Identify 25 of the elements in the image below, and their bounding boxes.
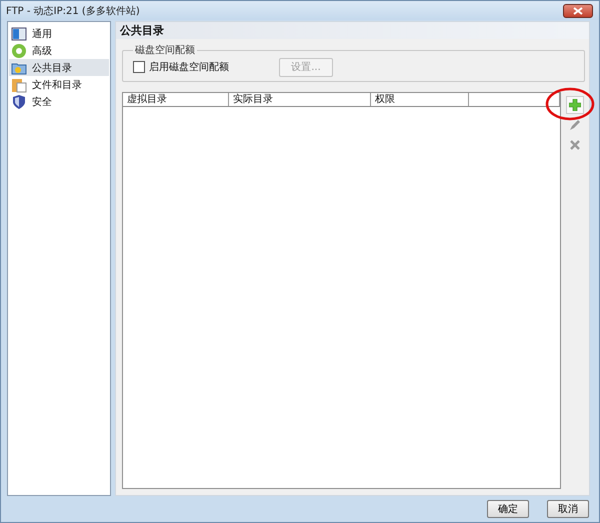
panel-title: 公共目录	[120, 23, 164, 38]
window-title: FTP - 动态IP:21 (多多软件站)	[6, 4, 140, 18]
highlight-ring	[545, 87, 595, 121]
column-header[interactable]: 实际目录	[229, 93, 371, 106]
quota-checkbox[interactable]: 启用磁盘空间配额	[133, 60, 229, 74]
sidebar-item[interactable]: 公共目录	[9, 59, 109, 76]
delete-icon	[570, 140, 580, 150]
clipboard-icon	[11, 76, 27, 92]
pencil-icon	[569, 119, 581, 131]
window-icon	[11, 26, 27, 42]
close-button[interactable]	[563, 4, 593, 18]
group-legend: 磁盘空间配额	[133, 43, 197, 57]
gear-icon	[11, 42, 27, 58]
sidebar-item[interactable]: 通用	[9, 25, 109, 42]
plus-icon	[569, 99, 581, 111]
sidebar-item[interactable]: 文件和目录	[9, 76, 109, 93]
ok-button[interactable]: 确定	[487, 500, 529, 518]
column-header[interactable]: 权限	[371, 93, 469, 106]
sidebar-item[interactable]: 高级	[9, 42, 109, 59]
shield-icon	[11, 94, 27, 110]
cancel-button[interactable]: 取消	[547, 500, 589, 518]
sidebar-item[interactable]: 安全	[9, 93, 109, 110]
close-icon	[573, 6, 583, 14]
column-header[interactable]: 虚拟目录	[123, 93, 229, 106]
add-button[interactable]	[566, 96, 584, 114]
